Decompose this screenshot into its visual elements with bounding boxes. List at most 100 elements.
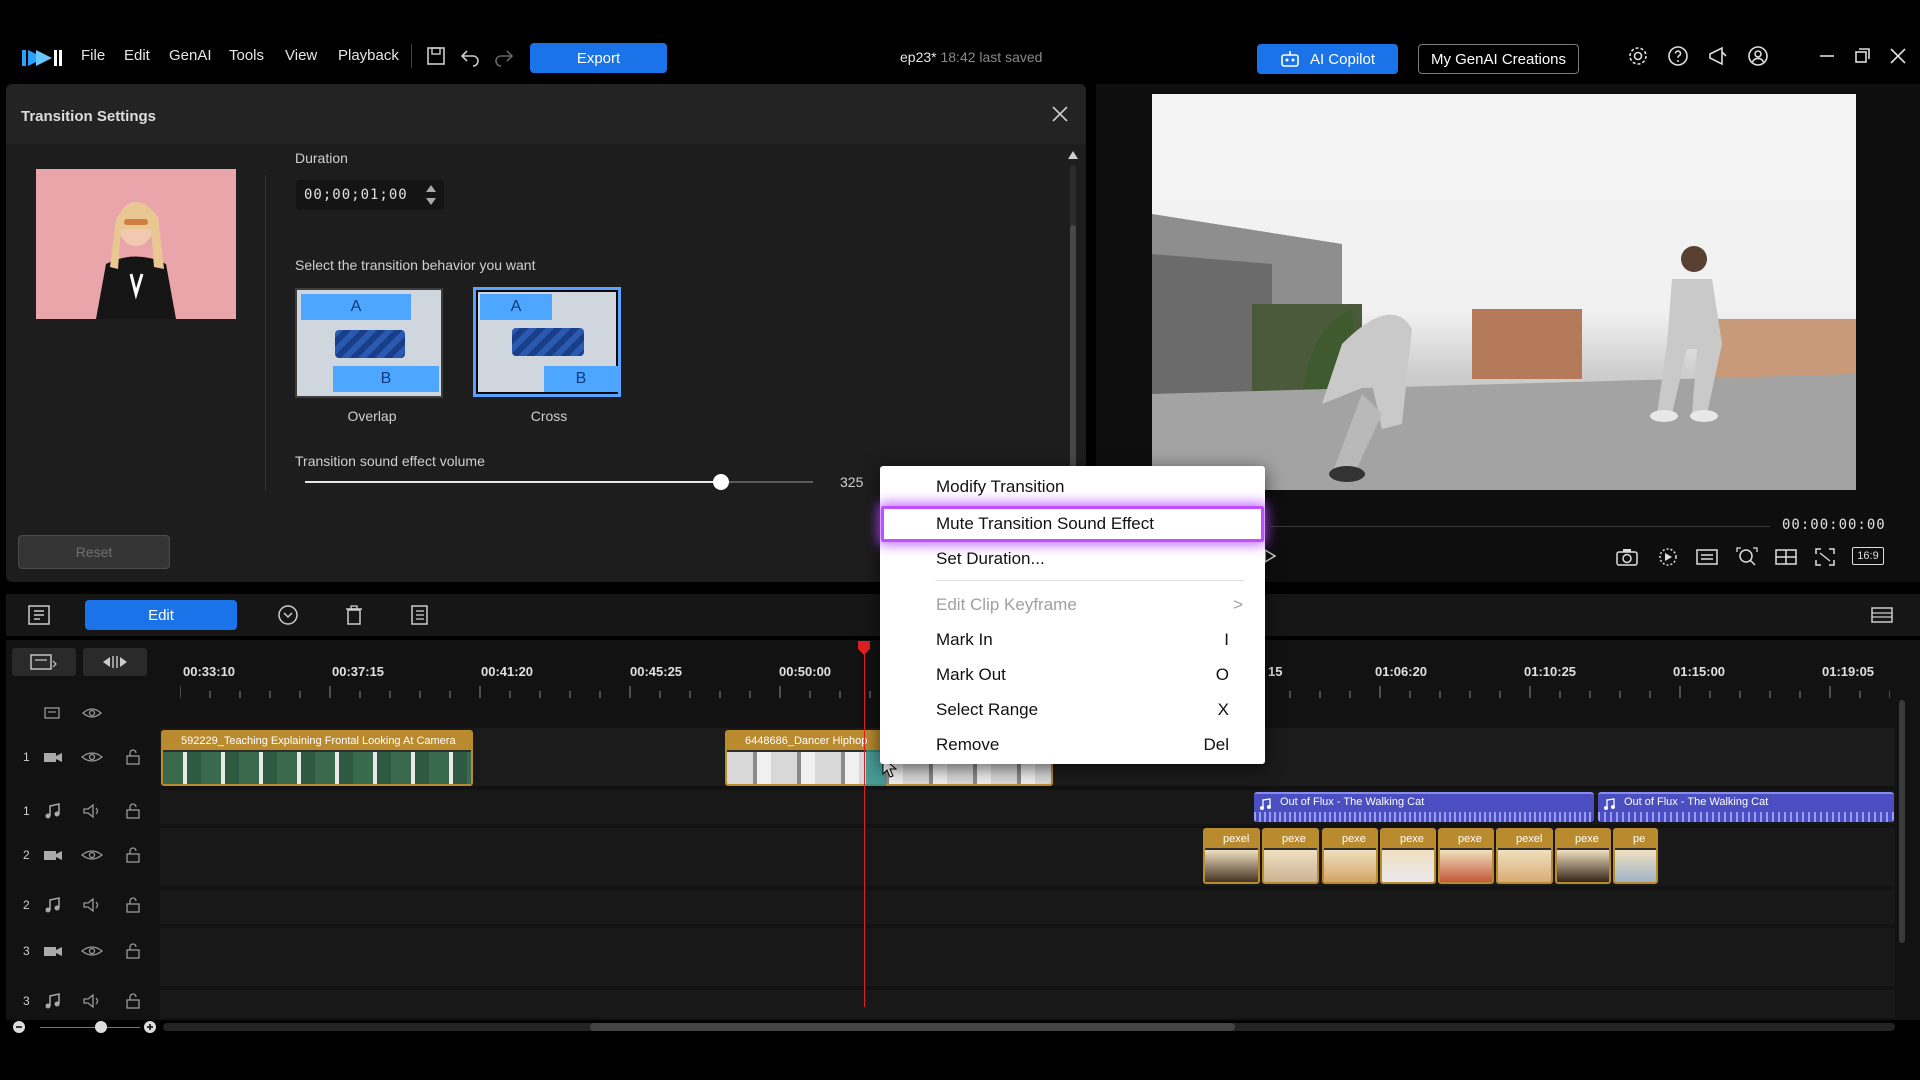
duration-stepper-icon[interactable] — [424, 182, 438, 208]
reset-button[interactable]: Reset — [18, 535, 170, 569]
eye-icon[interactable] — [81, 942, 103, 960]
audio-track-icon[interactable] — [42, 802, 64, 820]
speaker-icon[interactable] — [81, 992, 103, 1010]
video-clip-teaching[interactable]: 592229_Teaching Explaining Frontal Looki… — [161, 730, 473, 786]
genai-creations-button[interactable]: My GenAI Creations — [1418, 44, 1579, 74]
eye-icon[interactable] — [82, 705, 102, 721]
menu-modify-transition[interactable]: Modify Transition — [880, 469, 1265, 504]
video-clip-pexels[interactable]: pexe — [1555, 828, 1611, 884]
context-menu: Modify Transition Mute Transition Sound … — [880, 466, 1265, 764]
account-icon[interactable] — [1746, 44, 1770, 68]
lock-icon[interactable] — [122, 802, 144, 820]
lock-icon[interactable] — [122, 748, 144, 766]
track-row-audio-2[interactable] — [160, 890, 1895, 924]
undo-icon[interactable] — [458, 44, 482, 68]
panel-scrollbar-thumb[interactable] — [1070, 225, 1076, 470]
menu-mark-out[interactable]: Mark Out O — [880, 657, 1265, 692]
volume-slider-handle[interactable] — [713, 474, 729, 490]
audio-track-icon[interactable] — [42, 992, 64, 1010]
announcement-icon[interactable] — [1706, 44, 1730, 68]
menu-mark-in[interactable]: Mark In I — [880, 622, 1265, 657]
speaker-icon[interactable] — [81, 896, 103, 914]
aspect-ratio-button[interactable]: 16:9 — [1852, 547, 1884, 565]
edit-button[interactable]: Edit — [85, 600, 237, 630]
close-window-icon[interactable] — [1886, 44, 1910, 68]
video-track-icon[interactable] — [42, 942, 64, 960]
eye-icon[interactable] — [81, 846, 103, 864]
lock-icon[interactable] — [122, 846, 144, 864]
video-track-icon[interactable] — [42, 748, 64, 766]
save-icon[interactable] — [424, 44, 448, 68]
video-clip-pexels[interactable]: pe — [1613, 828, 1658, 884]
zoom-out-icon[interactable] — [12, 1020, 26, 1034]
menu-remove[interactable]: Remove Del — [880, 727, 1265, 762]
track-row-audio-3[interactable] — [160, 990, 1895, 1018]
video-clip-pexels[interactable]: pexe — [1380, 828, 1436, 884]
trash-icon[interactable] — [341, 603, 367, 627]
menu-genai[interactable]: GenAI — [169, 47, 212, 64]
lock-icon[interactable] — [122, 896, 144, 914]
preview-video-frame[interactable] — [1152, 94, 1856, 490]
menu-playback[interactable]: Playback — [338, 47, 399, 64]
minimize-icon[interactable] — [1815, 44, 1839, 68]
playhead[interactable] — [864, 642, 865, 1007]
app-logo-icon[interactable] — [22, 48, 62, 68]
zoom-slider-handle[interactable] — [95, 1021, 107, 1033]
video-clip-pexels[interactable]: pexel — [1203, 828, 1260, 884]
fit-timeline-button[interactable] — [83, 648, 147, 676]
lock-icon[interactable] — [122, 992, 144, 1010]
menu-edit[interactable]: Edit — [124, 47, 150, 64]
menu-view[interactable]: View — [285, 47, 317, 64]
timeline-view-icon[interactable] — [26, 603, 52, 627]
menu-set-duration[interactable]: Set Duration... — [880, 541, 1265, 576]
snapshot-icon[interactable] — [1614, 545, 1640, 569]
video-clip-pexels[interactable]: pexel — [1496, 828, 1553, 884]
audio-clip-walking-cat-1[interactable]: Out of Flux - The Walking Cat — [1254, 792, 1594, 822]
video-clip-pexels[interactable]: pexe — [1438, 828, 1494, 884]
playhead-marker-icon[interactable] — [857, 640, 871, 656]
menu-item-label: Select Range — [936, 699, 1039, 719]
lock-icon[interactable] — [122, 942, 144, 960]
timeline-scrollbar-thumb[interactable] — [590, 1023, 1235, 1031]
zoom-slider-track[interactable] — [40, 1027, 140, 1028]
track-row-video-3[interactable] — [160, 928, 1895, 986]
close-panel-icon[interactable] — [1048, 102, 1072, 126]
export-button[interactable]: Export — [530, 43, 667, 73]
fullscreen-icon[interactable] — [1812, 545, 1838, 569]
video-track-icon[interactable] — [42, 846, 64, 864]
overlap-stripe — [335, 330, 405, 358]
eye-icon[interactable] — [81, 748, 103, 766]
behavior-cross-card[interactable]: A B — [473, 287, 621, 397]
behavior-overlap-card[interactable]: A B — [295, 288, 443, 398]
restore-icon[interactable] — [1850, 44, 1874, 68]
menu-select-range[interactable]: Select Range X — [880, 692, 1265, 727]
tools-dropdown-icon[interactable] — [275, 603, 301, 627]
audio-clip-walking-cat-2[interactable]: Out of Flux - The Walking Cat — [1598, 792, 1894, 822]
track-list-icon[interactable] — [43, 705, 61, 721]
volume-value[interactable]: 325 — [840, 474, 863, 490]
clip-thumbnail — [1382, 850, 1434, 882]
video-clip-pexels[interactable]: pexe — [1262, 828, 1319, 884]
playback-mode-icon[interactable] — [1655, 545, 1681, 569]
audio-track-icon[interactable] — [42, 896, 64, 914]
speaker-icon[interactable] — [81, 802, 103, 820]
redo-icon[interactable] — [492, 44, 516, 68]
video-clip-pexels[interactable]: pexe — [1322, 828, 1378, 884]
gear-icon[interactable] — [1626, 44, 1650, 68]
menu-file[interactable]: File — [81, 47, 105, 64]
menu-tools[interactable]: Tools — [229, 47, 264, 64]
help-icon[interactable] — [1666, 44, 1690, 68]
layout-icon[interactable] — [1773, 545, 1799, 569]
track-scrollbar[interactable] — [1899, 700, 1905, 943]
timeline-settings-icon[interactable] — [1869, 603, 1895, 627]
add-track-button[interactable] — [12, 648, 76, 676]
preview-scrubber[interactable] — [1270, 526, 1770, 527]
ai-copilot-button[interactable]: AI Copilot — [1257, 44, 1398, 74]
scroll-up-icon[interactable] — [1067, 150, 1079, 160]
zoom-in-icon[interactable] — [143, 1020, 157, 1034]
chapter-icon[interactable] — [406, 603, 432, 627]
play-icon[interactable] — [1263, 548, 1277, 564]
duration-input[interactable]: 00;00;01;00 — [296, 180, 444, 210]
subtitle-icon[interactable] — [1694, 545, 1720, 569]
zoom-icon[interactable] — [1734, 545, 1760, 569]
